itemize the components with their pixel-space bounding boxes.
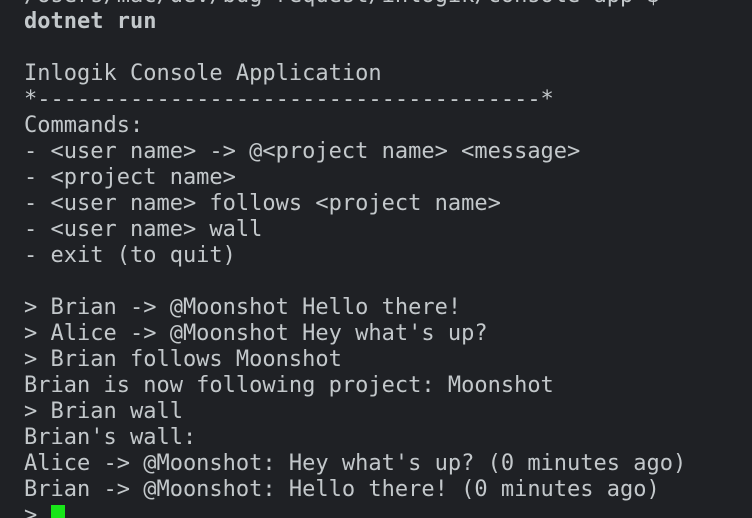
terminal-line-output: Alice -> @Moonshot: Hey what's up? (0 mi… (24, 451, 687, 476)
terminal-cursor[interactable] (50, 505, 65, 518)
terminal-line-app-title: Inlogik Console Application (24, 61, 382, 86)
terminal-line-output: Brian -> @Moonshot: Hello there! (0 minu… (24, 477, 660, 502)
terminal-prompt: > (24, 503, 51, 518)
terminal-line-input: > Brian -> @Moonshot Hello there! (24, 295, 462, 320)
terminal-line-output: Brian is now following project: Moonshot (24, 373, 554, 398)
terminal-output: /Users/mac/dev/bug-request/inlogik/conso… (24, 0, 686, 518)
terminal-line-command-exit: - exit (to quit) (24, 243, 236, 268)
terminal-line-command-post: - <user name> -> @<project name> <messag… (24, 139, 581, 164)
terminal-line-command-read: - <project name> (24, 165, 236, 190)
terminal-line-input: > Brian wall (24, 399, 183, 424)
terminal-prompt-line[interactable]: > (24, 503, 686, 518)
terminal-line-input: > Brian follows Moonshot (24, 347, 342, 372)
terminal-line-output: Brian's wall: (24, 425, 197, 450)
terminal-line-command-follow: - <user name> follows <project name> (24, 191, 501, 216)
terminal-line-command-wall: - <user name> wall (24, 217, 263, 242)
terminal-window[interactable]: /Users/mac/dev/bug-request/inlogik/conso… (0, 0, 752, 518)
terminal-line-command: dotnet run (24, 9, 157, 34)
terminal-line-input: > Alice -> @Moonshot Hey what's up? (24, 321, 488, 346)
terminal-line-path: /Users/mac/dev/bug-request/inlogik/conso… (24, 0, 686, 9)
terminal-line-separator: *--------------------------------------* (24, 87, 554, 112)
terminal-line-commands-heading: Commands: (24, 113, 144, 138)
